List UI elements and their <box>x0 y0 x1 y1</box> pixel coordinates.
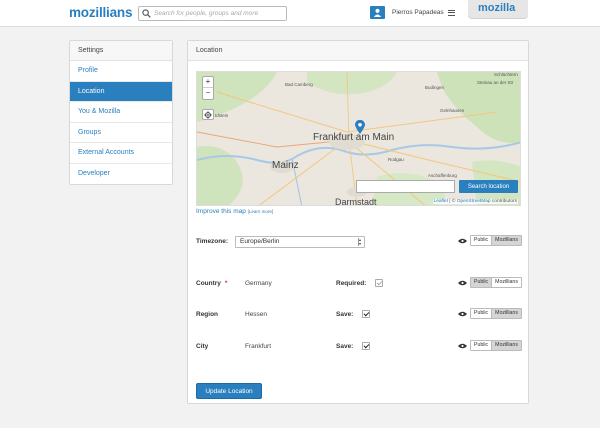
eye-icon <box>458 280 467 285</box>
mozilla-tab[interactable]: mozilla <box>468 0 528 19</box>
zoom-control: + − <box>202 76 214 100</box>
map-label: Rodgau <box>388 157 404 162</box>
map-label-mainz: Mainz <box>272 160 299 171</box>
eye-icon <box>458 311 467 316</box>
locate-me-button[interactable] <box>202 109 214 120</box>
search-location-button[interactable]: Search location <box>459 180 518 193</box>
country-label: Country * <box>196 280 227 287</box>
country-required-checkbox[interactable] <box>375 279 383 287</box>
attribution-separator: | © <box>447 199 457 204</box>
timezone-select[interactable]: Europe/Berlin <box>235 236 365 248</box>
sidebar-item-developer[interactable]: Developer <box>70 164 172 185</box>
privacy-mozillians-option[interactable]: Mozillians <box>491 236 521 245</box>
sidebar-item-external-accounts[interactable]: External Accounts <box>70 143 172 164</box>
sidebar-item-you-and-mozilla[interactable]: You & Mozilla <box>70 102 172 123</box>
map-label: Gelnhausen <box>440 108 465 113</box>
osm-link[interactable]: OpenStreetMap <box>457 199 491 204</box>
timezone-label: Timezone: <box>196 238 229 245</box>
zoom-out-button[interactable]: − <box>203 88 213 99</box>
region-value: Hessen <box>245 311 268 318</box>
panel-title: Location <box>188 41 528 61</box>
country-label-text: Country <box>196 280 221 287</box>
country-value: Germany <box>245 280 272 287</box>
leaflet-link[interactable]: Leaflet <box>434 199 448 204</box>
city-value: Frankfurt <box>245 343 272 350</box>
city-privacy: Public Mozillians <box>458 340 522 351</box>
privacy-mozillians-option[interactable]: Mozillians <box>491 309 521 318</box>
mozillians-logo[interactable]: mozillians <box>69 5 132 20</box>
map-label: Budingen <box>425 85 445 90</box>
city-label: City <box>196 343 209 350</box>
user-name[interactable]: Pierros Papadeas <box>392 9 444 16</box>
attribution-tail: contributors <box>490 199 517 204</box>
required-mark: * <box>224 280 228 287</box>
region-save-checkbox[interactable] <box>362 310 370 318</box>
eye-icon <box>458 238 467 243</box>
select-arrows-icon <box>358 238 362 246</box>
map-label-frankfurt: Frankfurt am Main <box>313 132 395 143</box>
map-attribution: Leaflet | © OpenStreetMap contributors <box>432 199 518 204</box>
sidebar-item-groups[interactable]: Groups <box>70 123 172 143</box>
privacy-public-option[interactable]: Public <box>471 278 492 287</box>
map-label: Steinau an der Str <box>477 80 514 85</box>
privacy-mozillians-option[interactable]: Mozillians <box>491 278 521 287</box>
region-privacy: Public Mozillians <box>458 308 522 319</box>
map-label: Schlüchtern <box>494 72 518 77</box>
map-marker-icon[interactable] <box>355 120 365 134</box>
map-label: Aschaffenburg <box>428 173 457 178</box>
timezone-value: Europe/Berlin <box>240 238 280 245</box>
city-save-checkbox[interactable] <box>362 342 370 350</box>
zoom-in-button[interactable]: + <box>203 77 213 88</box>
avatar[interactable] <box>370 6 385 19</box>
location-map[interactable]: Bad Camberg Budingen Gelnhausen Rodgau A… <box>196 71 521 206</box>
search-input[interactable] <box>154 10 286 17</box>
sidebar-item-location[interactable]: Location <box>70 81 172 102</box>
map-label: Idstein <box>215 113 229 118</box>
user-icon <box>373 8 382 17</box>
search-icon <box>142 9 151 18</box>
privacy-public-option[interactable]: Public <box>471 236 492 245</box>
sidebar-item-profile[interactable]: Profile <box>70 61 172 82</box>
crosshair-icon <box>204 110 212 119</box>
country-privacy: Public Mozillians <box>458 277 522 288</box>
privacy-mozillians-option[interactable]: Mozillians <box>491 341 521 350</box>
sidebar-title: Settings <box>70 41 172 61</box>
improve-map-text[interactable]: Improve this map <box>196 208 246 215</box>
timezone-privacy: Public Mozillians <box>458 235 522 246</box>
user-menu[interactable]: Pierros Papadeas <box>370 5 455 20</box>
map-label: Bad Camberg <box>285 82 313 87</box>
top-header: mozillians Pierros Papadeas mozilla <box>0 0 600 27</box>
hamburger-menu-icon[interactable] <box>447 9 455 16</box>
country-required-label: Required: <box>336 280 367 287</box>
location-panel: Location Bad Camberg Budingen Gelnhausen… <box>187 40 529 404</box>
map-label-darmstadt: Darmstadt <box>335 197 377 206</box>
privacy-public-option[interactable]: Public <box>471 341 492 350</box>
privacy-public-option[interactable]: Public <box>471 309 492 318</box>
learn-more-link[interactable]: [Learn more] <box>248 209 274 214</box>
settings-sidebar: Settings Profile Location You & Mozilla … <box>69 40 173 185</box>
improve-map-link[interactable]: Improve this map [Learn more] <box>196 208 273 215</box>
map-search-input[interactable] <box>356 180 455 193</box>
region-label: Region <box>196 311 219 318</box>
city-save-label: Save: <box>336 343 354 350</box>
region-save-label: Save: <box>336 311 354 318</box>
mozilla-tab-label: mozilla <box>478 2 516 14</box>
eye-icon <box>458 343 467 348</box>
update-location-button[interactable]: Update Location <box>196 383 262 399</box>
global-search[interactable] <box>138 6 287 21</box>
